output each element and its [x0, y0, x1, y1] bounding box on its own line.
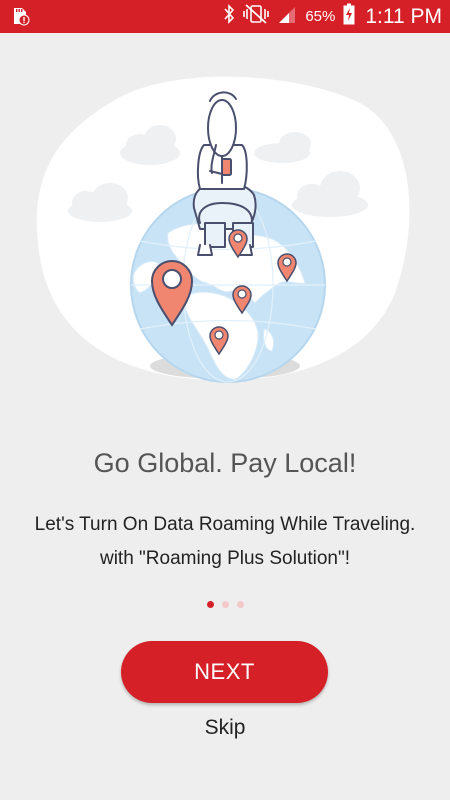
page-dot-1[interactable] — [206, 601, 214, 608]
battery-percent: 65% — [305, 8, 336, 25]
sd-card-alert-icon — [10, 6, 30, 31]
globe-with-person-icon — [36, 76, 410, 383]
page-dot-3[interactable] — [236, 601, 244, 608]
subtitle-line-1: Let's Turn On Data Roaming While Traveli… — [34, 514, 416, 535]
bluetooth-icon — [223, 4, 235, 29]
onboarding-subtitle: Let's Turn On Data Roaming While Traveli… — [0, 508, 450, 576]
subtitle-line-2: with "Roaming Plus Solution"! — [99, 548, 351, 569]
page-dot-2[interactable] — [221, 601, 229, 608]
battery-charging-icon — [343, 3, 355, 30]
signal-icon — [277, 4, 297, 29]
onboarding-headline: Go Global. Pay Local! — [93, 448, 357, 478]
vibrate-icon — [243, 3, 270, 30]
clock: 1:11 PM — [365, 4, 442, 28]
onboarding-illustration — [0, 33, 450, 413]
next-button[interactable]: NEXT — [121, 641, 328, 703]
page-indicator — [0, 601, 450, 608]
skip-link[interactable]: Skip — [175, 716, 275, 740]
status-bar: 65% 1:11 PM — [0, 0, 450, 33]
